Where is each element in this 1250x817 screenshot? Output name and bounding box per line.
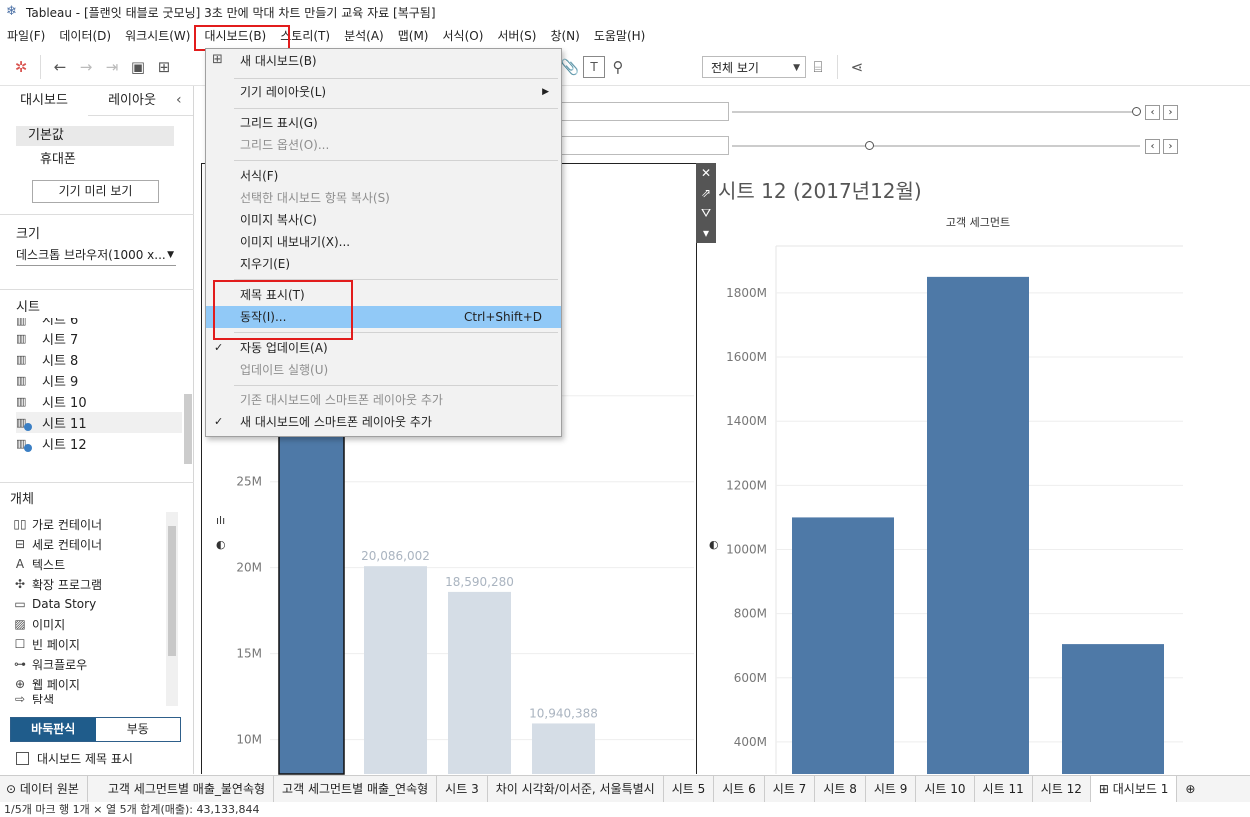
charts-layer: 10M15M20M25M30M20,086,00218,590,28010,94… — [216, 216, 1183, 795]
submenu-arrow-icon: ▶ — [542, 87, 549, 97]
dashboard-menu: ⊞ 새 대시보드(B) 기기 레이아웃(L) ▶ 그리드 표시(G) 그리드 옵션… — [205, 48, 562, 437]
tab-data-source[interactable]: ⊙ 데이터 원본 — [0, 776, 88, 802]
tab-sheet[interactable]: 시트 3 — [437, 776, 488, 802]
menu-item-new-dashboard[interactable]: 새 대시보드(B) — [206, 50, 561, 72]
tab-sheet[interactable]: 시트 9 — [866, 776, 917, 802]
menu-item-clear[interactable]: 지우기(E) — [206, 253, 561, 275]
tab-dashboard-1[interactable]: ⊞ 대시보드 1 — [1090, 776, 1178, 802]
tab-sheet[interactable]: 시트 11 — [975, 776, 1033, 802]
y-tick-label: 1800M — [726, 286, 767, 300]
menu-divider — [234, 160, 558, 161]
tab-sheet[interactable]: 시트 12 — [1033, 776, 1091, 802]
y-tick-label: 1400M — [726, 414, 767, 428]
bar — [532, 723, 595, 774]
menu-divider — [234, 78, 558, 79]
y-tick-label: 15M — [236, 647, 262, 661]
menu-item-add-phone-layout-existing[interactable]: 기존 대시보드에 스마트폰 레이아웃 추가 — [206, 389, 561, 411]
bar — [927, 276, 1029, 774]
menu-divider — [234, 108, 558, 109]
menu-item-export-image[interactable]: 이미지 내보내기(X)... — [206, 231, 561, 253]
y-tick-label: 400M — [734, 735, 767, 749]
menu-item-device-layout[interactable]: 기기 레이아웃(L) ▶ — [206, 81, 561, 103]
dashboard-icon: ⊞ — [1098, 782, 1113, 796]
database-icon: ⊙ — [6, 782, 20, 796]
tab-sheet[interactable]: 시트 6 — [714, 776, 765, 802]
bar — [792, 517, 894, 774]
column-header: 고객 세그먼트 — [946, 216, 1010, 229]
new-sheet-icon[interactable]: ⊕ — [1177, 776, 1203, 802]
menu-item-auto-update[interactable]: ✓ 자동 업데이트(A) — [206, 337, 561, 359]
tab-sheet[interactable]: 시트 8 — [815, 776, 866, 802]
bar — [448, 591, 511, 774]
y-tick-label: 10M — [236, 733, 262, 747]
menu-item-copy-image[interactable]: 이미지 복사(C) — [206, 209, 561, 231]
chart-title: 시트 12 (2017년12월) — [718, 179, 922, 203]
data-label: 10,940,388 — [529, 706, 598, 720]
y-tick-label: 25M — [236, 475, 262, 489]
data-label: 18,590,280 — [445, 575, 514, 589]
tab-sheet[interactable]: 차이 시각화/이서준, 서울특별시 — [488, 776, 664, 802]
y-tick-label: 1000M — [726, 542, 767, 556]
checkmark-icon: ✓ — [214, 341, 224, 354]
highlight-box-menu-items — [213, 280, 353, 340]
y-tick-label: 1600M — [726, 350, 767, 364]
right-bar-chart: 고객 세그먼트 400M 600M 800M 1000M 1200M 1400M 1600M 1… — [709, 216, 1183, 774]
tab-sheet[interactable]: 시트 7 — [765, 776, 816, 802]
y-tick-label: 1200M — [726, 478, 767, 492]
tab-sheet[interactable]: 고객 세그먼트별 매출_연속형 — [274, 776, 438, 802]
y-tick-label: 600M — [734, 671, 767, 685]
sheet-tabs: ⊙ 데이터 원본 고객 세그먼트별 매출_불연속형 고객 세그먼트별 매출_연속… — [0, 775, 1250, 802]
data-label: 20,086,002 — [361, 549, 430, 563]
menu-item-show-grid[interactable]: 그리드 표시(G) — [206, 112, 561, 134]
menu-item-run-update[interactable]: 업데이트 실행(U) — [206, 359, 561, 381]
checkmark-icon: ✓ — [214, 415, 224, 428]
bar — [364, 566, 427, 774]
axis-icon: ılı — [216, 514, 225, 527]
tab-sheet[interactable]: 고객 세그먼트별 매출_불연속형 — [88, 776, 275, 802]
shortcut-text: Ctrl+Shift+D — [464, 310, 542, 324]
menu-item-grid-options[interactable]: 그리드 옵션(O)... — [206, 134, 561, 156]
bar — [1062, 644, 1164, 774]
menu-item-copy-selected[interactable]: 선택한 대시보드 항목 복사(S) — [206, 187, 561, 209]
menu-divider — [234, 385, 558, 386]
y-tick-label: 20M — [236, 561, 262, 575]
tab-sheet[interactable]: 시트 10 — [916, 776, 975, 802]
tab-sheet[interactable]: 시트 5 — [664, 776, 715, 802]
status-bar: 1/5개 마크 행 1개 × 열 5개 합계(매출): 43,133,844 — [4, 803, 260, 816]
axis-toggle-icon: ◐ — [216, 538, 226, 551]
y-tick-label: 800M — [734, 607, 767, 621]
menu-item-format[interactable]: 서식(F) — [206, 165, 561, 187]
menu-item-add-phone-layout-new[interactable]: ✓ 새 대시보드에 스마트폰 레이아웃 추가 — [206, 411, 561, 433]
axis-toggle-icon: ◐ — [709, 538, 719, 551]
